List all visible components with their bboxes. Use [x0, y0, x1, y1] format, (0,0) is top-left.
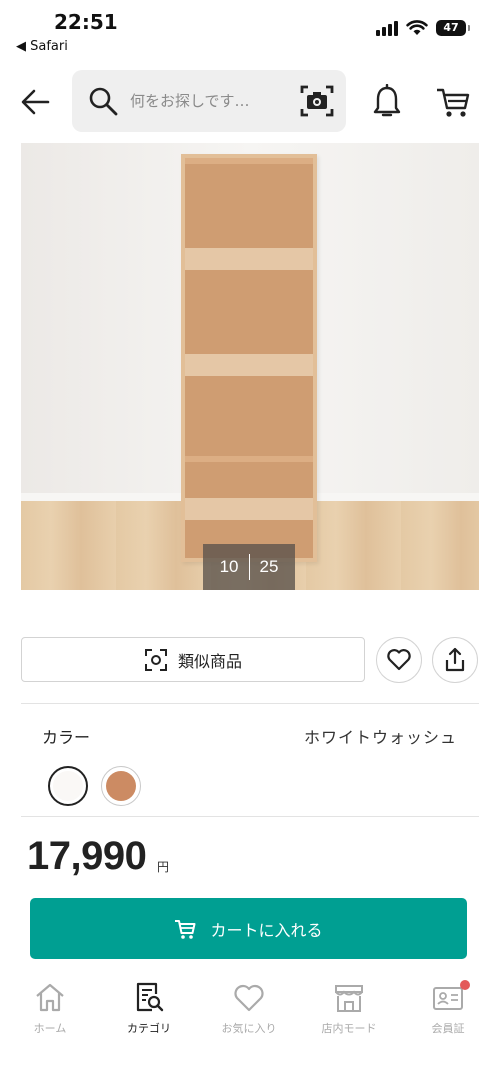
favorite-button[interactable]: [376, 637, 422, 683]
nav-item-member-card[interactable]: 会員証: [408, 980, 488, 1036]
search-icon: [89, 87, 118, 116]
nav-label-category: カテゴリ: [127, 1022, 171, 1035]
category-search-icon: [136, 982, 164, 1012]
nav-item-category[interactable]: カテゴリ: [109, 982, 189, 1036]
color-label: カラー: [42, 728, 91, 747]
product-image-carousel[interactable]: 10 25: [21, 143, 479, 590]
visual-search-icon: [144, 648, 167, 671]
share-button[interactable]: [432, 637, 478, 683]
nav-label-favorites: お気に入り: [221, 1022, 277, 1035]
search-bar[interactable]: [72, 70, 346, 132]
heart-icon: [234, 984, 264, 1012]
price-currency: 円: [157, 860, 170, 874]
image-current-index: 10: [219, 557, 239, 576]
store-icon: [335, 985, 363, 1012]
share-icon: [445, 647, 465, 672]
back-to-safari-link[interactable]: ◀ Safari: [16, 39, 68, 54]
nav-item-store-mode[interactable]: 店内モード: [309, 982, 389, 1036]
back-arrow-icon[interactable]: [18, 84, 54, 120]
notification-badge-dot: [460, 980, 470, 990]
search-input[interactable]: [130, 92, 280, 110]
image-total-count: 25: [259, 557, 279, 576]
selected-color-name: ホワイトウォッシュ: [303, 728, 457, 747]
nav-label-member-card: 会員証: [431, 1022, 465, 1035]
section-divider: [21, 703, 479, 704]
image-page-counter: 10 25: [203, 544, 295, 590]
section-divider: [21, 816, 479, 817]
color-swatch-brown[interactable]: [101, 766, 141, 806]
app-header: [0, 70, 500, 132]
nav-item-favorites[interactable]: お気に入り: [209, 982, 289, 1036]
add-to-cart-label: カートに入れる: [210, 920, 323, 940]
product-shelf-photo: [181, 154, 317, 562]
nav-label-home: ホーム: [33, 1022, 67, 1035]
heart-icon: [387, 649, 411, 671]
color-swatch-white-wash[interactable]: [48, 766, 88, 806]
cart-icon: [175, 919, 196, 939]
nav-label-store-mode: 店内モード: [321, 1022, 377, 1035]
similar-products-button[interactable]: 類似商品: [21, 637, 365, 682]
wifi-icon: [406, 20, 428, 35]
cart-icon[interactable]: [434, 84, 472, 120]
camera-search-icon[interactable]: [298, 82, 336, 120]
price-amount: 17,990: [27, 834, 147, 878]
bottom-navigation: ホーム カテゴリ お気に入り 店内モード 会員証: [0, 972, 500, 1080]
battery-indicator: 47: [436, 20, 470, 36]
nav-item-home[interactable]: ホーム: [10, 982, 90, 1036]
add-to-cart-button[interactable]: カートに入れる: [30, 898, 467, 959]
status-bar: 22:51 ◀ Safari 47: [0, 0, 500, 60]
cellular-signal-icon: [376, 20, 398, 36]
home-icon: [36, 983, 64, 1012]
status-time: 22:51: [54, 10, 118, 34]
notification-bell-icon[interactable]: [370, 84, 404, 120]
status-icons: 47: [376, 20, 470, 36]
similar-products-label: 類似商品: [177, 651, 242, 671]
